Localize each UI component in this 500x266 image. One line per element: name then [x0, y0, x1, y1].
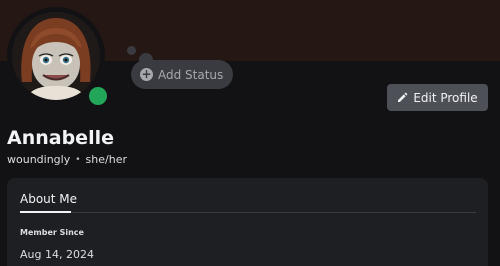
profile-page: + Add Status Edit Profile Annabelle woun… [0, 0, 500, 266]
avatar[interactable] [12, 12, 100, 100]
add-status-button[interactable]: + Add Status [131, 60, 234, 89]
pencil-icon [398, 92, 408, 102]
tab-active-underline [20, 211, 71, 213]
display-name: Annabelle [7, 127, 114, 149]
online-status-icon [89, 87, 107, 105]
tab-about-me[interactable]: About Me [20, 192, 77, 206]
pronouns: she/her [85, 153, 127, 166]
edit-profile-label: Edit Profile [413, 90, 478, 105]
tag-separator: • [75, 154, 81, 165]
tab-divider [20, 212, 476, 213]
plus-circle-icon: + [140, 67, 153, 81]
add-status-label: Add Status [158, 67, 224, 82]
status-bubble-small [127, 46, 136, 55]
member-since-label: Member Since [20, 228, 84, 237]
member-since-value: Aug 14, 2024 [20, 248, 94, 261]
doll-avatar-icon [12, 12, 100, 100]
user-tags: woundingly • she/her [7, 153, 127, 166]
username[interactable]: woundingly [7, 153, 70, 166]
edit-profile-button[interactable]: Edit Profile [387, 84, 488, 111]
